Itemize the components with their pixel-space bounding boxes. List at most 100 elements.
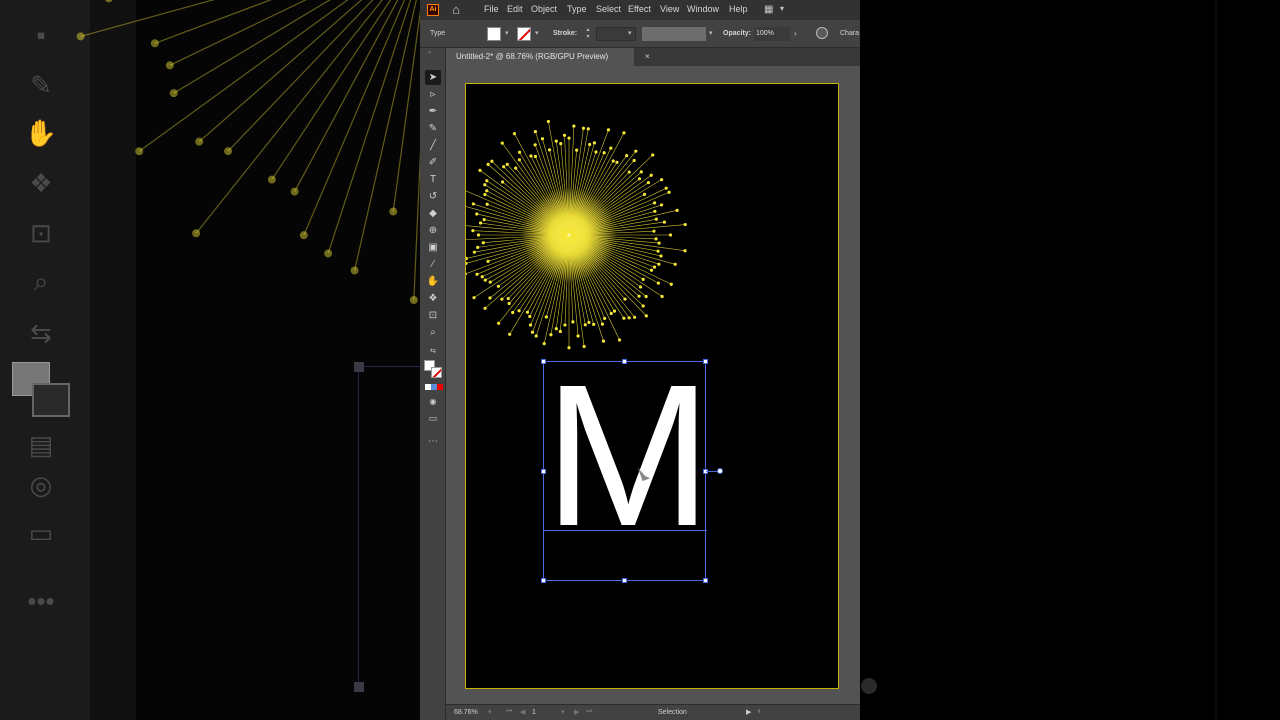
shape-builder-icon[interactable]: ⊕ xyxy=(425,223,441,238)
next-artboard-icon[interactable]: ▶ xyxy=(574,708,579,716)
stroke-color-swatch[interactable] xyxy=(517,27,531,41)
eraser-tool-icon[interactable]: ◆ xyxy=(425,206,441,221)
artboard-number[interactable]: 1 xyxy=(532,709,536,716)
document-tab[interactable]: Untitled-2* @ 68.76% (RGB/GPU Preview) xyxy=(446,48,634,66)
burst-dot xyxy=(135,147,144,156)
zoom-tool-icon[interactable]: ⌕ xyxy=(425,325,441,340)
chevron-down-icon[interactable]: ▾ xyxy=(561,708,565,716)
burst-dot xyxy=(586,127,590,131)
pen-tool-icon[interactable]: ✒ xyxy=(425,104,441,119)
last-artboard-icon[interactable]: ⏭ xyxy=(586,708,592,716)
artboard[interactable]: M xyxy=(465,83,839,689)
burst-dot xyxy=(500,297,504,301)
menu-type[interactable]: Type xyxy=(567,4,587,14)
menu-view[interactable]: View xyxy=(660,4,679,14)
chevron-down-icon[interactable]: ▾ xyxy=(709,29,713,37)
type-tool-icon[interactable]: T xyxy=(425,172,441,187)
resize-handle-bottom-left[interactable] xyxy=(541,578,546,583)
burst-dot xyxy=(528,323,533,327)
burst-dot xyxy=(409,295,418,304)
draw-mode-icon[interactable]: ◉ xyxy=(425,394,441,409)
resize-handle-bottom[interactable] xyxy=(622,578,627,583)
more-tools-icon[interactable]: ⋯ xyxy=(425,434,441,449)
fill-color-swatch[interactable] xyxy=(487,27,501,41)
eyedropper-tool-icon[interactable]: ⁄ xyxy=(425,257,441,272)
burst-dot xyxy=(534,334,538,338)
artboard-tool-icon[interactable]: ⊡ xyxy=(425,308,441,323)
resize-handle-left[interactable] xyxy=(541,469,546,474)
burst-ray xyxy=(80,0,215,38)
chevron-down-icon[interactable]: ▾ xyxy=(628,29,632,37)
burst-dot xyxy=(483,306,487,310)
close-icon[interactable]: × xyxy=(645,52,650,61)
play-icon[interactable]: ▶ xyxy=(746,708,751,716)
stroke-swatch[interactable] xyxy=(431,367,442,378)
burst-dot xyxy=(583,323,587,327)
burst-dot xyxy=(505,162,509,166)
tools-panel: « ➤ ▹ ✒ ✎ ╱ ✐ T ↺ ◆ ⊕ ▣ ⁄ ✋ ❖ ⊡ ⌕ ⇆ ◉ ▭ … xyxy=(420,48,446,720)
curvature-tool-icon[interactable]: ✎ xyxy=(425,121,441,136)
burst-dot xyxy=(587,320,591,325)
first-artboard-icon[interactable]: ⏮ xyxy=(506,708,512,716)
character-panel-link[interactable]: Chara xyxy=(840,30,859,37)
resize-handle-top-left[interactable] xyxy=(541,359,546,364)
stroke-weight-stepper[interactable]: ▴ ▾ xyxy=(584,27,592,41)
menu-file[interactable]: File xyxy=(484,4,499,14)
zoom-level[interactable]: 68.76% xyxy=(454,709,478,716)
chevron-down-icon[interactable]: ▾ xyxy=(780,4,784,13)
gradient-tool-icon[interactable]: ▣ xyxy=(425,240,441,255)
symbol-sprayer-icon[interactable]: ❖ xyxy=(425,291,441,306)
burst-dot xyxy=(662,220,667,224)
burst-dot xyxy=(483,183,487,187)
chevron-down-icon[interactable]: ▾ xyxy=(505,29,509,37)
burst-dot xyxy=(529,154,533,158)
home-icon[interactable]: ⌂ xyxy=(448,2,464,18)
resize-handle-bottom-right[interactable] xyxy=(703,578,708,583)
text-thread-port[interactable] xyxy=(717,468,723,474)
resize-handle-top-right[interactable] xyxy=(703,359,708,364)
recolor-artwork-icon[interactable] xyxy=(816,27,828,39)
burst-dot xyxy=(572,124,576,128)
panel-grip-icon[interactable]: « xyxy=(428,50,431,56)
canvas-area[interactable]: M xyxy=(446,66,860,704)
burst-dot xyxy=(475,272,479,276)
burst-dot xyxy=(603,316,607,321)
burst-dot xyxy=(683,249,687,253)
burst-dot xyxy=(485,189,489,193)
burst-dot xyxy=(554,139,558,143)
opacity-input[interactable]: 100% xyxy=(754,27,790,41)
menu-object[interactable]: Object xyxy=(531,4,557,14)
puppet-warp-icon[interactable]: ✋ xyxy=(425,274,441,289)
workspace-switcher-icon[interactable]: ▦ xyxy=(764,4,776,15)
screen-mode-icon[interactable]: ▭ xyxy=(425,411,441,426)
burst-dot xyxy=(540,137,545,141)
menu-edit[interactable]: Edit xyxy=(507,4,523,14)
swap-fill-stroke-icon[interactable]: ⇆ xyxy=(425,344,441,359)
selection-tool-icon[interactable]: ➤ xyxy=(425,70,441,85)
selection-bounding-box[interactable] xyxy=(541,359,723,583)
chevron-down-icon[interactable]: ▾ xyxy=(535,29,539,37)
variable-width-profile[interactable] xyxy=(642,27,706,41)
line-tool-icon[interactable]: ╱ xyxy=(425,138,441,153)
chevron-right-icon[interactable]: › xyxy=(794,29,797,38)
previous-artboard-icon[interactable]: ◀ xyxy=(520,708,525,716)
resize-handle-top[interactable] xyxy=(622,359,627,364)
burst-dot xyxy=(76,32,85,41)
burst-dot xyxy=(475,212,479,216)
burst-dot xyxy=(488,280,492,284)
rotate-tool-icon[interactable]: ↺ xyxy=(425,189,441,204)
paintbrush-tool-icon[interactable]: ✐ xyxy=(425,155,441,170)
burst-dot xyxy=(627,170,631,174)
chevron-left-icon[interactable]: ‹ xyxy=(758,708,760,715)
direct-selection-tool-icon[interactable]: ▹ xyxy=(425,87,441,102)
menu-effect[interactable]: Effect xyxy=(628,4,651,14)
menu-window[interactable]: Window xyxy=(687,4,719,14)
menu-help[interactable]: Help xyxy=(729,4,748,14)
chevron-down-icon[interactable]: ▾ xyxy=(488,708,492,716)
burst-dot xyxy=(502,165,506,169)
background-divider xyxy=(1215,0,1217,720)
color-mode-icon[interactable] xyxy=(425,384,443,390)
burst-dot xyxy=(562,133,567,137)
menu-select[interactable]: Select xyxy=(596,4,621,14)
burst-dot xyxy=(500,180,505,184)
